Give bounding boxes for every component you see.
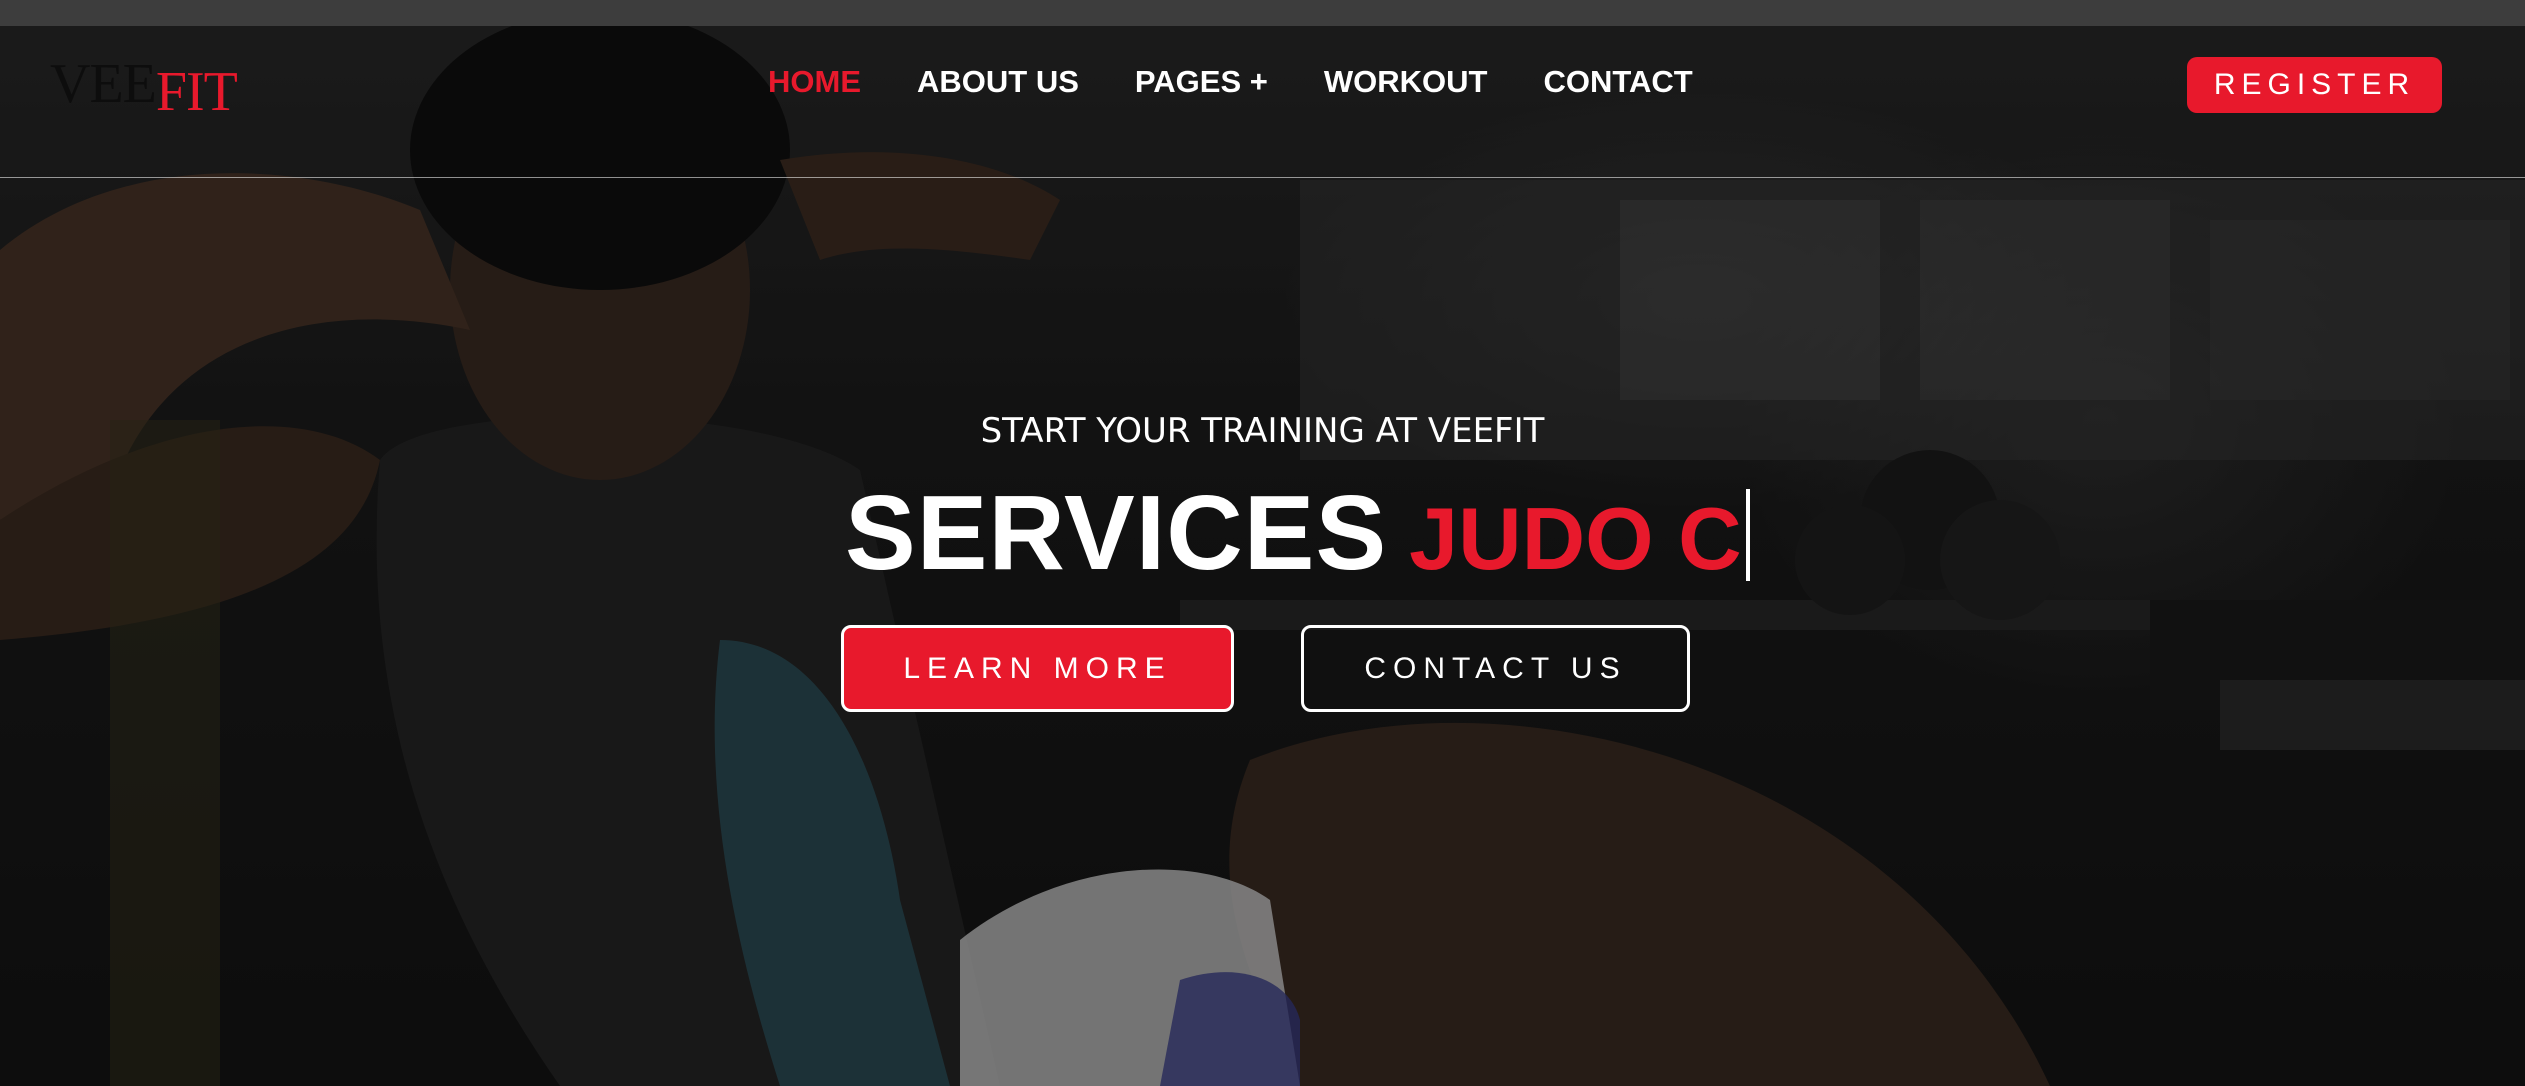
nav-item-pages[interactable]: PAGES + xyxy=(1135,66,1268,97)
nav-item-workout[interactable]: WORKOUT xyxy=(1324,66,1488,97)
typing-cursor xyxy=(1745,489,1750,581)
site-header: VEEFIT HOME ABOUT US PAGES + WORKOUT CON… xyxy=(0,26,2525,178)
nav-item-about-us[interactable]: ABOUT US xyxy=(917,66,1079,97)
header-divider xyxy=(0,177,2525,178)
page: VEEFIT HOME ABOUT US PAGES + WORKOUT CON… xyxy=(0,0,2525,1086)
browser-top-strip xyxy=(0,0,2525,26)
site-logo[interactable]: VEEFIT xyxy=(50,53,238,120)
contact-us-button[interactable]: CONTACT US xyxy=(1301,625,1690,712)
nav-item-home[interactable]: HOME xyxy=(768,66,861,97)
nav-item-contact[interactable]: CONTACT xyxy=(1543,66,1692,97)
hero-title: SERVICES JUDO C xyxy=(845,480,1750,586)
register-button[interactable]: REGISTER xyxy=(2187,57,2442,113)
learn-more-button[interactable]: LEARN MORE xyxy=(841,625,1234,712)
logo-text-fit: FIT xyxy=(155,61,238,123)
hero-title-typed: JUDO C xyxy=(1409,489,1742,588)
main-nav: HOME ABOUT US PAGES + WORKOUT CONTACT xyxy=(768,66,1749,97)
logo-text-vee: VEE xyxy=(50,53,157,115)
hero-title-static: SERVICES xyxy=(845,474,1388,592)
hero-subtitle: START YOUR TRAINING AT VEEFIT xyxy=(980,411,1545,451)
